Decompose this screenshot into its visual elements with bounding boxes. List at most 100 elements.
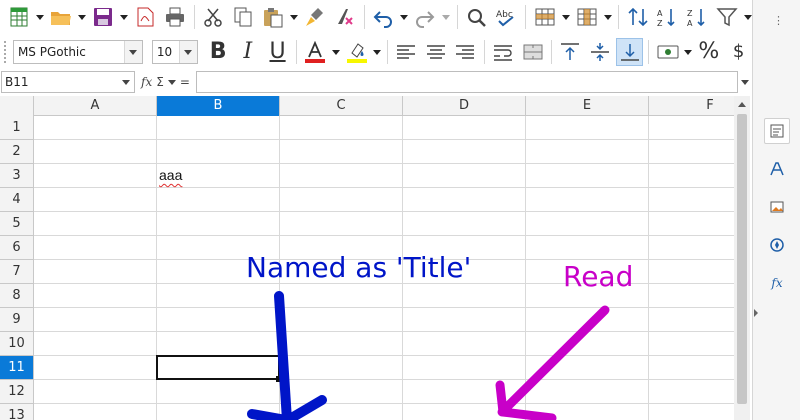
sidebar-gallery-button[interactable] [764,194,790,220]
row-header-12[interactable]: 12 [0,380,34,404]
toolbar-separator [524,5,526,29]
font-name-combo[interactable]: MS PGothic [12,40,143,64]
sort-ascending-button[interactable]: AZ [655,3,681,31]
row-header-4[interactable]: 4 [0,188,34,212]
cut-button[interactable] [201,3,227,31]
select-all-corner[interactable] [0,96,34,116]
row-header-13[interactable]: 13 [0,404,34,420]
save-dropdown[interactable] [119,3,128,31]
font-size-combo[interactable]: 10 [151,40,198,64]
wrap-text-button[interactable] [490,38,517,66]
row-header-9[interactable]: 9 [0,308,34,332]
row-button[interactable] [532,3,558,31]
active-cell-B11[interactable] [156,355,280,380]
expand-formula-bar-button[interactable] [738,71,752,93]
currency-format-button[interactable] [654,38,681,66]
toolbar-grip[interactable] [4,41,7,63]
redo-button[interactable] [413,3,439,31]
sort-button[interactable] [625,3,651,31]
row-header-10[interactable]: 10 [0,332,34,356]
row-header-1[interactable]: 1 [0,116,34,140]
align-left-icon [396,45,415,59]
row-header-3[interactable]: 3 [0,164,34,188]
row-header-5[interactable]: 5 [0,212,34,236]
align-center-button[interactable] [422,38,449,66]
fill-handle[interactable] [276,376,282,382]
new-dropdown[interactable] [35,3,44,31]
column-header-E[interactable]: E [526,96,649,116]
scrollbar-thumb[interactable] [737,114,747,404]
font-name-dropdown[interactable] [123,41,142,63]
autofilter-dropdown[interactable] [744,3,752,31]
merge-cells-button[interactable] [519,38,546,66]
copy-button[interactable] [230,3,256,31]
percent-format-button[interactable]: % [695,38,722,66]
paste-dropdown[interactable] [289,3,298,31]
formula-input[interactable] [195,71,738,93]
column-button[interactable] [574,3,600,31]
column-header-D[interactable]: D [403,96,526,116]
align-top-button[interactable] [557,38,584,66]
open-button[interactable] [48,3,74,31]
column-header-A[interactable]: A [34,96,157,116]
font-size-dropdown[interactable] [178,41,197,63]
sidebar-properties-button[interactable] [764,118,790,144]
scroll-up-button[interactable] [734,96,750,112]
sort-descending-button[interactable]: ZA [684,3,710,31]
sum-button[interactable]: Σ [156,75,164,89]
clear-formatting-button[interactable] [332,3,358,31]
row-header-8[interactable]: 8 [0,284,34,308]
save-button[interactable] [90,3,116,31]
currency-format-dropdown[interactable] [684,38,693,66]
undo-dropdown[interactable] [400,3,409,31]
sidebar-more-options-icon[interactable]: ⋮ [773,14,784,27]
align-right-button[interactable] [452,38,479,66]
redo-dropdown[interactable] [442,3,451,31]
font-color-button[interactable] [302,38,329,66]
column-header-C[interactable]: C [280,96,403,116]
name-box-value[interactable]: B11 [2,75,118,89]
column-header-B[interactable]: B [157,96,280,116]
align-bottom-button[interactable] [616,38,644,66]
find-replace-button[interactable] [463,3,489,31]
chevron-down-icon[interactable] [167,79,176,85]
center-vertically-button[interactable] [587,38,614,66]
column-header-F[interactable]: F [649,96,734,116]
row-header-6[interactable]: 6 [0,236,34,260]
font-name-value[interactable]: MS PGothic [14,45,124,59]
paste-button[interactable] [260,3,286,31]
clone-formatting-button[interactable] [302,3,328,31]
row-header-2[interactable]: 2 [0,140,34,164]
cell-B3[interactable]: aaa [159,167,182,183]
bold-button[interactable]: B [205,38,232,66]
highlight-color-button[interactable] [343,38,370,66]
font-color-dropdown[interactable] [331,38,341,66]
underline-button[interactable]: U [264,38,291,66]
font-size-value[interactable]: 10 [153,45,179,59]
clone-formatting-icon [305,8,323,26]
align-left-button[interactable] [392,38,419,66]
export-pdf-button[interactable] [132,3,158,31]
autofilter-button[interactable] [714,3,740,31]
undo-button[interactable] [370,3,396,31]
column-dropdown[interactable] [603,3,612,31]
sidebar-functions-button[interactable]: fx [764,270,790,296]
name-box-dropdown[interactable] [118,72,134,92]
highlight-color-dropdown[interactable] [373,38,382,66]
sidebar-collapse-handle[interactable] [753,298,759,328]
name-box[interactable]: B11 [1,71,135,93]
italic-button[interactable]: I [234,38,261,66]
formula-button[interactable]: = [180,75,190,89]
row-header-11[interactable]: 11 [0,356,34,380]
sidebar-navigator-button[interactable] [764,232,790,258]
open-dropdown[interactable] [77,3,86,31]
new-spreadsheet-button[interactable] [6,3,32,31]
vertical-scrollbar[interactable] [734,96,750,420]
sidebar-styles-button[interactable] [764,156,790,182]
print-button[interactable] [162,3,188,31]
function-wizard-button[interactable]: fx [141,75,152,89]
number-format-button[interactable]: $ [725,38,752,66]
spelling-button[interactable]: Abc [493,3,519,31]
row-dropdown[interactable] [561,3,570,31]
row-header-7[interactable]: 7 [0,260,34,284]
